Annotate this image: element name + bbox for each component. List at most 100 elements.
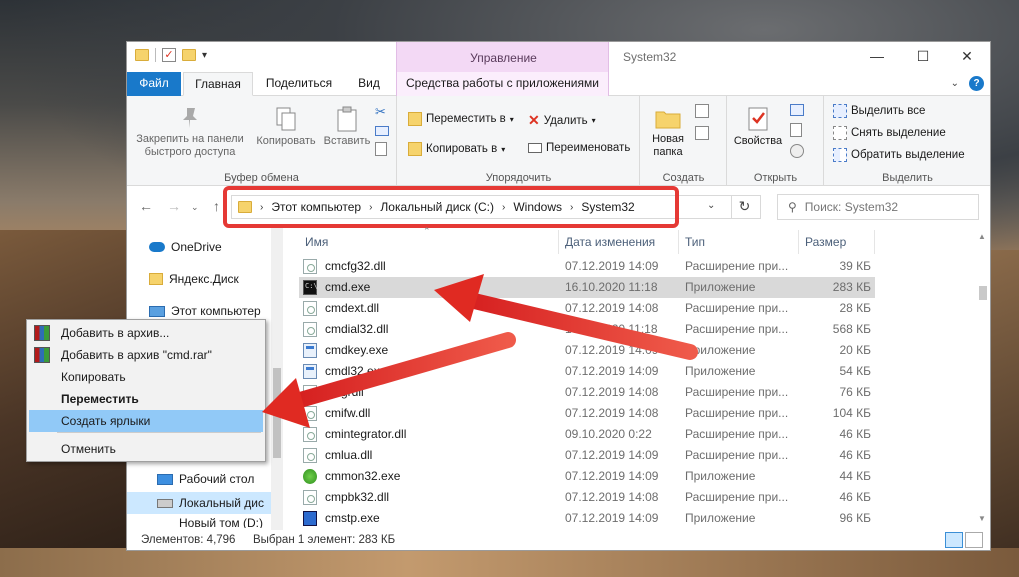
select-none-button[interactable]: Снять выделение (833, 126, 946, 140)
file-name: cmdial32.dll (325, 322, 389, 336)
sort-chevron-icon: ⌃ (423, 226, 431, 236)
recent-chevron-icon[interactable]: ⌄ (191, 202, 199, 213)
file-row[interactable]: cmdext.dll 07.12.2019 14:08 Расширение при… (299, 298, 875, 319)
edit-icon[interactable] (790, 123, 802, 137)
forward-arrow-icon[interactable]: → (167, 198, 181, 214)
maximize-button[interactable]: ☐ (900, 42, 946, 72)
file-type: Расширение при... (685, 406, 789, 420)
copy-button[interactable]: Копировать (251, 106, 321, 148)
back-arrow-icon[interactable]: ← (139, 198, 153, 214)
file-size: 96 КБ (839, 511, 871, 525)
properties-button[interactable]: Свойства (730, 106, 786, 148)
file-name: cmintegrator.dll (325, 427, 407, 441)
file-row[interactable]: cmifw.dll 07.12.2019 14:08 Расширение при.… (299, 403, 875, 424)
address-dropdown-icon[interactable]: ⌄ (707, 200, 715, 211)
help-icon[interactable]: ? (969, 76, 984, 91)
context-menu-item[interactable]: Копировать (29, 366, 263, 388)
context-menu-item[interactable]: Создать ярлыки (29, 410, 263, 432)
file-row[interactable]: cmmon32.exe 07.12.2019 14:09 Приложение 44 … (299, 466, 875, 487)
context-menu-label: Добавить в архив "cmd.rar" (61, 348, 212, 362)
invert-selection-label: Обратить выделение (851, 149, 965, 161)
file-row[interactable]: cmdial32.dll 16.10.2020 11:18 Расширение п… (299, 319, 875, 340)
file-row[interactable]: cmdkey.exe 07.12.2019 14:09 Приложение 20 К… (299, 340, 875, 361)
nav-item-yandex-disk[interactable]: Яндекс.Диск (149, 272, 239, 286)
nav-item-desktop[interactable]: Рабочий стол (157, 472, 254, 486)
folder-icon[interactable] (135, 49, 149, 61)
file-scrollbar[interactable]: ▲ ▼ (975, 228, 990, 530)
rename-button[interactable]: Переименовать (528, 142, 630, 154)
nav-item-local-disk[interactable]: Локальный дис (157, 496, 264, 510)
file-name: cmifw.dll (325, 406, 371, 420)
tab-share[interactable]: Поделиться (259, 72, 339, 96)
qat-dropdown-icon[interactable]: ▾ (202, 50, 207, 61)
new-folder-icon[interactable] (182, 49, 196, 61)
nav-item-new-volume[interactable]: Новый том (D:) (179, 518, 263, 528)
close-button[interactable]: ✕ (944, 42, 990, 72)
tab-app-tools[interactable]: Средства работы с приложениями (396, 72, 609, 96)
context-menu-item[interactable]: Добавить в архив "cmd.rar" (29, 344, 263, 366)
column-size[interactable]: Размер (799, 230, 875, 254)
file-size: 46 КБ (839, 490, 871, 504)
chevron-down-icon[interactable]: ⌄ (951, 78, 959, 89)
manage-tab[interactable]: Управление (396, 42, 609, 72)
file-type: Приложение (685, 343, 756, 357)
context-menu-item[interactable]: Отменить (29, 438, 263, 460)
move-to-button[interactable]: Переместить в ▾ (408, 112, 514, 126)
scroll-up-icon[interactable]: ▲ (978, 232, 986, 241)
up-arrow-icon[interactable]: ↑ (213, 198, 220, 214)
rename-label: Переименовать (546, 142, 631, 154)
properties-check-icon[interactable]: ✓ (162, 48, 176, 62)
nav-scrollbar[interactable] (271, 228, 283, 530)
copy-to-button[interactable]: Копировать в ▾ (408, 142, 505, 156)
file-row[interactable]: cmgrdll 07.12.2019 14:08 Расширение при...… (299, 382, 875, 403)
new-folder-button[interactable]: Новая папка (645, 106, 691, 159)
invert-selection-button[interactable]: Обратить выделение (833, 148, 965, 162)
search-box[interactable]: ⚲ Поиск: System32 (777, 194, 979, 220)
tab-home[interactable]: Главная (183, 72, 253, 96)
nav-item-onedrive[interactable]: OneDrive (149, 240, 222, 254)
file-row[interactable]: cmpbk32.dll 07.12.2019 14:08 Расширение пр… (299, 487, 875, 508)
invert-selection-icon (833, 148, 847, 162)
scroll-down-icon[interactable]: ▼ (978, 514, 986, 523)
move-to-label: Переместить в (426, 113, 506, 125)
open-icon[interactable] (790, 104, 804, 116)
context-menu-item[interactable]: Добавить в архив... (29, 322, 263, 344)
copy-path-icon[interactable] (375, 126, 389, 136)
tab-view[interactable]: Вид (349, 72, 389, 96)
pin-button[interactable]: Закрепить на панели быстрого доступа (131, 106, 249, 159)
easy-access-icon[interactable] (695, 126, 709, 140)
group-select: Выделить все Снять выделение Обратить вы… (825, 96, 990, 186)
yandex-disk-icon (149, 273, 163, 285)
exe-file-icon (303, 364, 317, 379)
file-row[interactable]: cmdl32.exe 07.12.2019 14:09 Приложение 54 К… (299, 361, 875, 382)
delete-button[interactable]: ✕ Удалить ▾ (528, 112, 596, 129)
drive-icon (157, 498, 173, 508)
paste-button[interactable]: Вставить (321, 106, 373, 148)
nav-scroll-thumb[interactable] (273, 368, 281, 458)
file-size: 283 КБ (832, 280, 871, 294)
pin-icon (183, 108, 197, 128)
file-scroll-thumb[interactable] (979, 286, 987, 300)
refresh-icon[interactable]: ↻ (731, 195, 757, 219)
column-date[interactable]: Дата изменения (559, 230, 679, 254)
history-icon[interactable] (790, 144, 804, 158)
minimize-button[interactable]: — (854, 42, 900, 72)
new-item-icon[interactable] (695, 104, 709, 118)
file-row[interactable]: cmintegrator.dll 09.10.2020 0:22 Расширени… (299, 424, 875, 445)
context-menu-item[interactable]: Переместить (29, 388, 263, 410)
dll-file-icon (303, 301, 317, 316)
tab-file[interactable]: Файл (127, 72, 181, 96)
file-row[interactable]: cmcfg32.dll 07.12.2019 14:09 Расширение пр… (299, 256, 875, 277)
paste-shortcut-icon[interactable] (375, 142, 387, 156)
file-name: cmdl32.exe (325, 364, 387, 378)
details-view-icon[interactable] (945, 532, 963, 548)
computer-icon (149, 305, 165, 317)
cut-icon[interactable]: ✂ (375, 104, 389, 120)
nav-item-this-pc[interactable]: Этот компьютер (149, 304, 261, 318)
large-icons-view-icon[interactable] (965, 532, 983, 548)
select-all-button[interactable]: Выделить все (833, 104, 925, 118)
file-row[interactable]: cmstp.exe 07.12.2019 14:09 Приложение 96 КБ (299, 508, 875, 529)
file-row[interactable]: cmd.exe 16.10.2020 11:18 Приложение 283 КБ (299, 277, 875, 298)
column-type[interactable]: Тип (679, 230, 799, 254)
file-row[interactable]: cmlua.dll 07.12.2019 14:09 Расширение при.… (299, 445, 875, 466)
